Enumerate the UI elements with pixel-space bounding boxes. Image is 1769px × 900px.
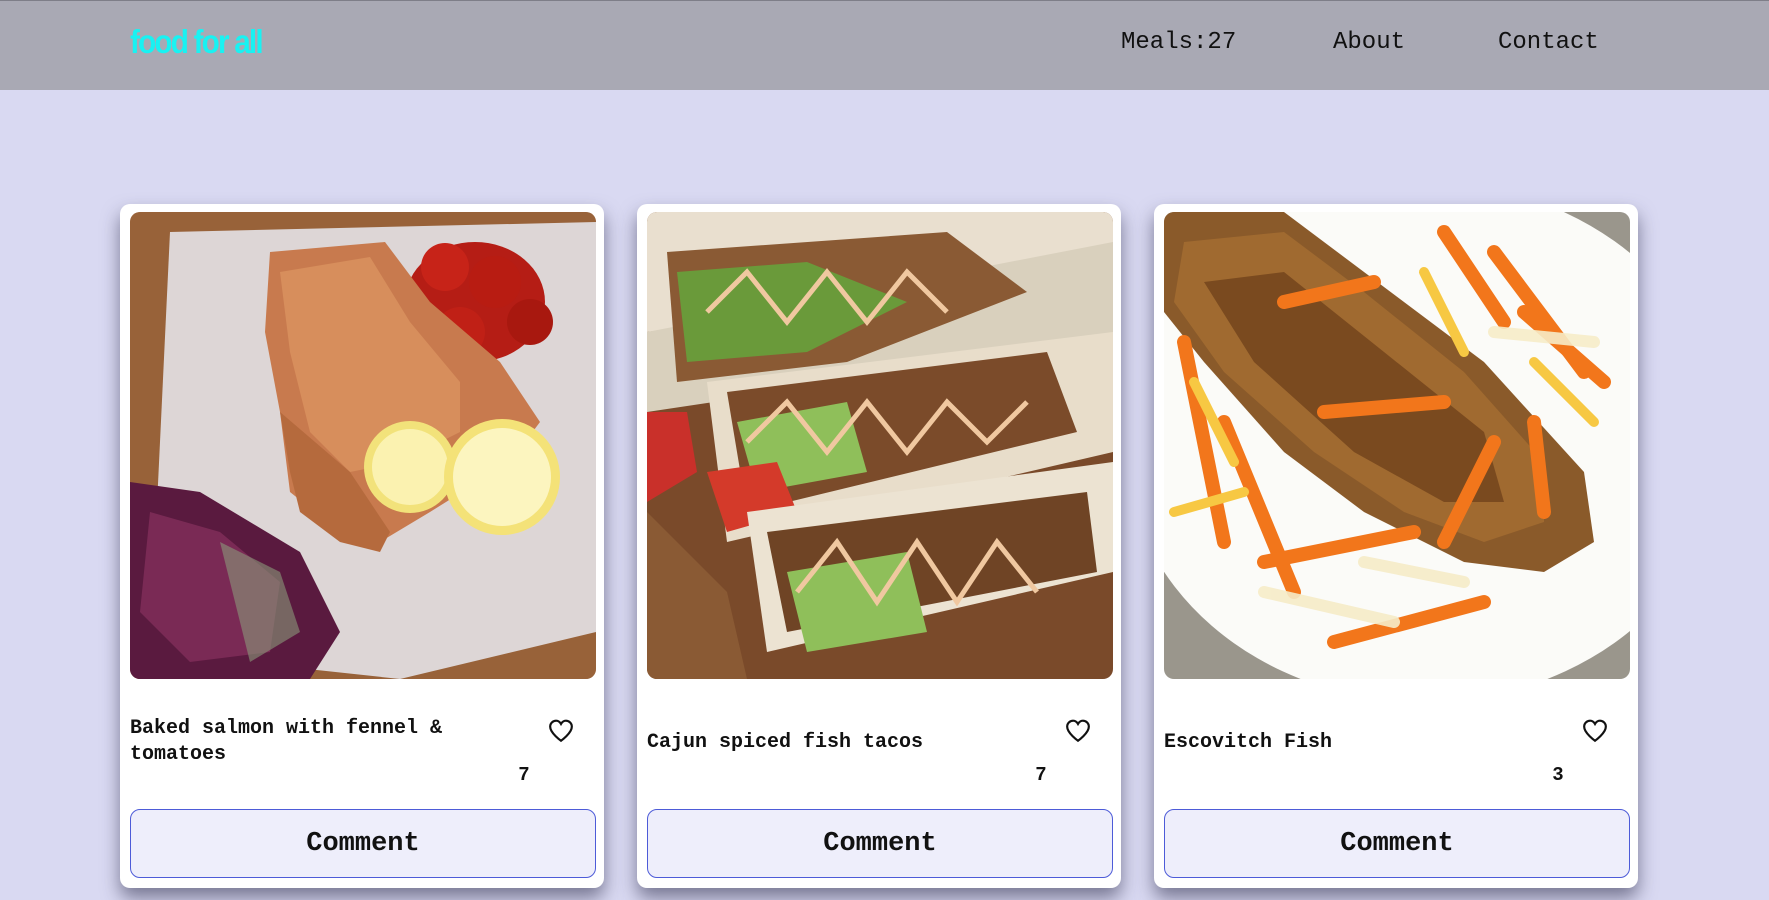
comment-button[interactable]: Comment <box>647 809 1113 878</box>
comment-button[interactable]: Comment <box>1164 809 1630 878</box>
meal-card: Baked salmon with fennel & tomatoes 7 Co… <box>120 204 604 888</box>
like-count: 3 <box>1552 764 1564 786</box>
meal-image <box>1164 212 1630 679</box>
meal-card: Cajun spiced fish tacos 7 Comment <box>637 204 1121 888</box>
logo-link[interactable]: food for all <box>130 23 264 61</box>
meal-title: Baked salmon with fennel & tomatoes <box>130 717 443 766</box>
like-count: 7 <box>1035 764 1047 786</box>
meal-image <box>647 212 1113 679</box>
nav-contact[interactable]: Contact <box>1498 29 1599 56</box>
meal-image <box>130 212 596 679</box>
meal-card: Escovitch Fish 3 Comment <box>1154 204 1638 888</box>
heart-outline-icon[interactable] <box>548 718 574 744</box>
meal-title: Escovitch Fish <box>1164 731 1333 754</box>
nav-about[interactable]: About <box>1333 29 1405 56</box>
meal-title: Cajun spiced fish tacos <box>647 731 924 754</box>
heart-outline-icon[interactable] <box>1582 718 1608 744</box>
navbar: food for all Meals:27 About Contact <box>0 0 1769 90</box>
like-count: 7 <box>518 764 530 786</box>
comment-button[interactable]: Comment <box>130 809 596 878</box>
heart-outline-icon[interactable] <box>1065 718 1091 744</box>
nav-meals-count[interactable]: Meals:27 <box>1121 29 1236 56</box>
